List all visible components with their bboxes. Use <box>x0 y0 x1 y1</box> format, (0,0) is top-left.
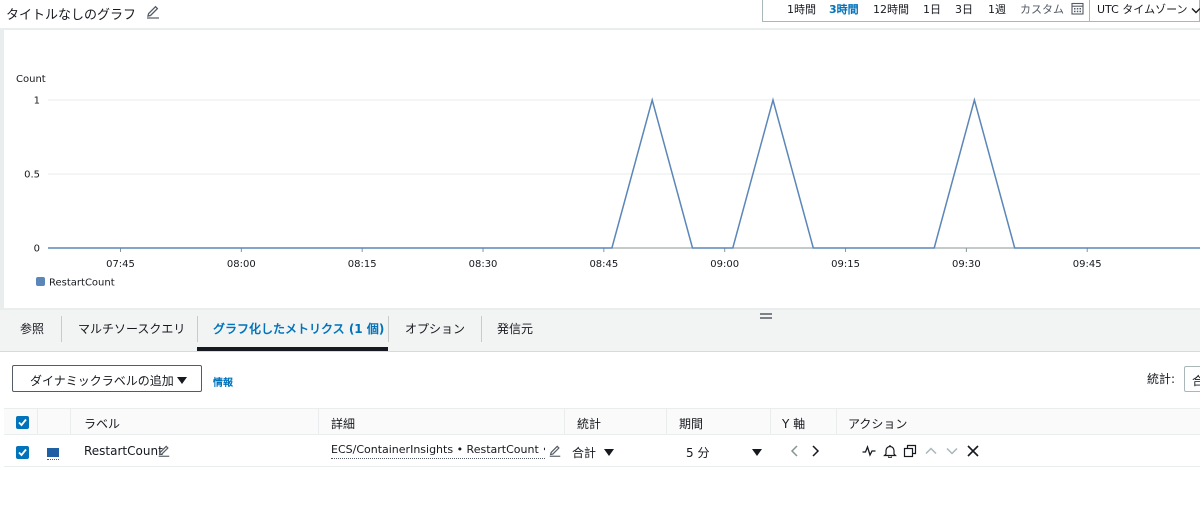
swatch-underline <box>47 459 59 460</box>
range-divider <box>1089 0 1090 22</box>
range-12h[interactable]: 12時間 <box>873 1 909 17</box>
active-tab-indicator <box>197 347 388 351</box>
y-axis-label: Count <box>16 74 46 85</box>
x-tick-label: 09:00 <box>710 259 739 270</box>
timezone-select[interactable]: UTC タイムゾーン <box>1097 1 1188 17</box>
edit-title-icon[interactable] <box>145 4 161 20</box>
range-3h[interactable]: 3時間 <box>829 1 859 17</box>
x-tick-label: 08:15 <box>348 259 377 270</box>
x-tick-label: 09:45 <box>1073 259 1102 270</box>
tab-divider <box>61 316 62 342</box>
move-down-icon[interactable] <box>945 444 959 458</box>
column-header-label[interactable]: ラベル <box>84 415 120 432</box>
statistic-select[interactable]: 合 <box>1184 366 1200 392</box>
tab-divider <box>197 316 198 342</box>
metrics-table-header: ラベル 詳細 統計 期間 Y 軸 アクション <box>4 408 1200 435</box>
y-tick-label: 1 <box>34 96 40 107</box>
alarm-bell-icon[interactable] <box>883 444 897 459</box>
x-tick-label: 08:45 <box>589 259 618 270</box>
tab-multi-source-query[interactable]: マルチソースクエリ <box>78 320 185 337</box>
remove-icon[interactable] <box>966 444 980 458</box>
chevron-down-icon[interactable] <box>1191 4 1200 14</box>
column-header-y-axis[interactable]: Y 軸 <box>782 415 805 432</box>
tab-divider <box>481 316 482 342</box>
column-header-actions[interactable]: アクション <box>848 415 907 432</box>
row-checkbox[interactable] <box>16 446 29 459</box>
table-row: RestartCount ECS/ContainerInsights • Res… <box>4 435 1200 467</box>
graph-title: タイトルなしのグラフ <box>6 8 137 23</box>
edit-details-icon[interactable] <box>548 444 562 458</box>
tab-divider <box>388 316 389 342</box>
tab-source[interactable]: 発信元 <box>497 320 533 337</box>
column-header-statistic[interactable]: 統計 <box>577 415 601 432</box>
x-tick-label: 09:15 <box>831 259 860 270</box>
statistic-label: 統計: <box>1147 372 1176 386</box>
move-left-axis-icon[interactable] <box>788 444 802 458</box>
edit-label-icon[interactable] <box>157 444 171 458</box>
column-divider <box>666 409 667 435</box>
select-all-checkbox[interactable] <box>16 416 29 429</box>
range-1h[interactable]: 1時間 <box>787 1 816 17</box>
x-tick-label: 07:45 <box>106 259 135 270</box>
graph-header: タイトルなしのグラフ 1時間 3時間 12時間 1日 3日 1週 カスタム UT… <box>0 0 1200 28</box>
legend-label: RestartCount <box>49 278 115 289</box>
column-divider <box>836 409 837 435</box>
x-tick-label: 09:30 <box>952 259 981 270</box>
tab-options[interactable]: オプション <box>405 320 465 337</box>
table-empty-area <box>4 467 1200 514</box>
series-color-swatch[interactable] <box>47 448 59 457</box>
add-dynamic-label-button[interactable]: ダイナミックラベルの追加 <box>12 365 202 392</box>
statistic-select-value: 合 <box>1192 374 1200 388</box>
move-up-icon[interactable] <box>924 444 938 458</box>
tab-graphed-metrics[interactable]: グラフ化したメトリクス (1 個) <box>213 320 384 337</box>
caret-down-icon <box>177 374 187 384</box>
range-1d[interactable]: 1日 <box>923 1 941 17</box>
calendar-icon[interactable] <box>1071 2 1084 15</box>
time-range-selector: 1時間 3時間 12時間 1日 3日 1週 カスタム UTC タイムゾーン <box>762 0 1200 22</box>
column-header-period[interactable]: 期間 <box>679 415 703 432</box>
y-tick-label: 0.5 <box>24 170 40 181</box>
column-header-details[interactable]: 詳細 <box>331 415 355 432</box>
move-right-axis-icon[interactable] <box>808 444 822 458</box>
y-tick-label: 0 <box>34 244 40 255</box>
legend-swatch <box>36 277 45 286</box>
column-divider <box>564 409 565 435</box>
x-tick-label: 08:30 <box>469 259 498 270</box>
tab-bar: 参照 マルチソースクエリ グラフ化したメトリクス (1 個) オプション 発信元 <box>0 310 1200 352</box>
info-link[interactable]: 情報 <box>213 374 233 389</box>
row-details[interactable]: ECS/ContainerInsights • RestartCount • S… <box>331 443 545 459</box>
row-label[interactable]: RestartCount <box>84 444 163 458</box>
column-divider <box>70 409 71 435</box>
row-period[interactable]: 5 分 <box>686 444 709 461</box>
x-tick-label: 08:00 <box>227 259 256 270</box>
range-1w[interactable]: 1週 <box>988 1 1006 17</box>
anomaly-detection-icon[interactable] <box>862 444 876 458</box>
range-custom[interactable]: カスタム <box>1020 1 1064 17</box>
line-chart[interactable]: Count 0 0.5 1 07:45 08:00 08:15 08:30 08:45 09:00… <box>4 30 1200 308</box>
row-statistic[interactable]: 合計 <box>572 444 596 461</box>
period-caret-icon[interactable] <box>752 446 766 460</box>
column-divider <box>37 409 38 435</box>
statistic-caret-icon[interactable] <box>604 446 618 460</box>
column-divider <box>770 409 771 435</box>
chart-panel: Count 0 0.5 1 07:45 08:00 08:15 08:30 08:45 09:00… <box>4 30 1200 308</box>
resize-handle-icon[interactable] <box>759 310 773 320</box>
range-3d[interactable]: 3日 <box>955 1 973 17</box>
tab-browse[interactable]: 参照 <box>20 320 44 337</box>
add-dynamic-label-text: ダイナミックラベルの追加 <box>30 374 174 388</box>
column-divider <box>318 409 319 435</box>
duplicate-icon[interactable] <box>903 444 917 458</box>
